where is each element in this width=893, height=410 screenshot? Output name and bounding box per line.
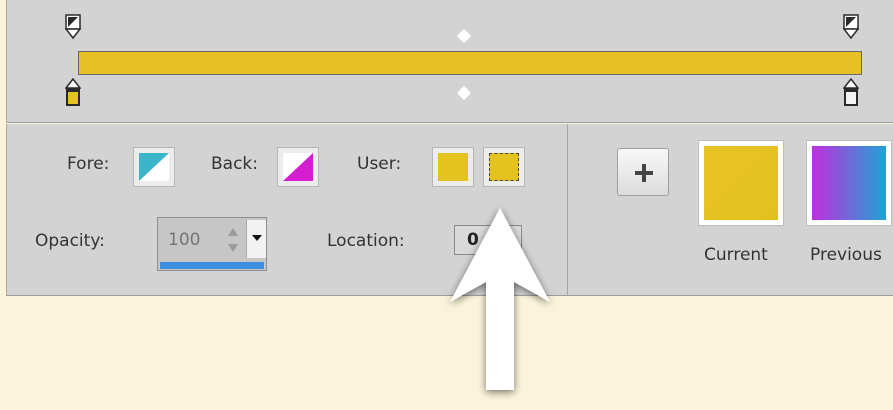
spinner-arrows-icon[interactable]: [224, 222, 242, 258]
user-label: User:: [357, 154, 402, 174]
callout-arrow-icon: [450, 208, 550, 390]
preset-current-swatch[interactable]: [699, 141, 783, 225]
fore-color-swatch[interactable]: [133, 147, 175, 187]
opacity-slider[interactable]: [160, 262, 264, 269]
opacity-dropdown-button[interactable]: [246, 220, 266, 258]
color-stop-icon: [843, 78, 859, 106]
preset-previous-label: Previous: [810, 245, 882, 265]
back-triangle-icon: [283, 153, 313, 181]
fore-triangle-icon: [139, 153, 169, 181]
user-color-swatch[interactable]: [432, 147, 474, 187]
color-stop-left[interactable]: [65, 78, 81, 108]
opacity-stop-icon: [65, 14, 81, 40]
color-midpoint-diamond[interactable]: [456, 85, 472, 101]
chevron-down-icon: [252, 235, 262, 241]
user-color-fill: [438, 153, 468, 181]
user-color-dotted-fill: [489, 153, 519, 181]
preset-current-label: Current: [704, 245, 768, 265]
opacity-label: Opacity:: [35, 231, 105, 251]
gradient-preview-panel: [6, 0, 893, 123]
opacity-stop-icon: [843, 14, 859, 40]
preset-previous-swatch[interactable]: [807, 141, 891, 225]
opacity-combo[interactable]: 100: [157, 217, 267, 271]
back-label: Back:: [211, 154, 258, 174]
opacity-stop-left[interactable]: [65, 14, 81, 40]
fore-label: Fore:: [67, 154, 110, 174]
plus-icon: [635, 164, 653, 182]
opacity-value[interactable]: 100: [168, 230, 200, 250]
color-stop-right[interactable]: [843, 78, 859, 108]
add-preset-button[interactable]: [617, 148, 669, 196]
color-stop-icon: [65, 78, 81, 106]
back-color-swatch[interactable]: [277, 147, 319, 187]
location-label: Location:: [327, 231, 405, 251]
user-color-swatch-alt[interactable]: [483, 147, 525, 187]
opacity-stop-right[interactable]: [843, 14, 859, 40]
gradient-bar[interactable]: [78, 51, 862, 75]
opacity-midpoint-diamond[interactable]: [456, 28, 472, 44]
